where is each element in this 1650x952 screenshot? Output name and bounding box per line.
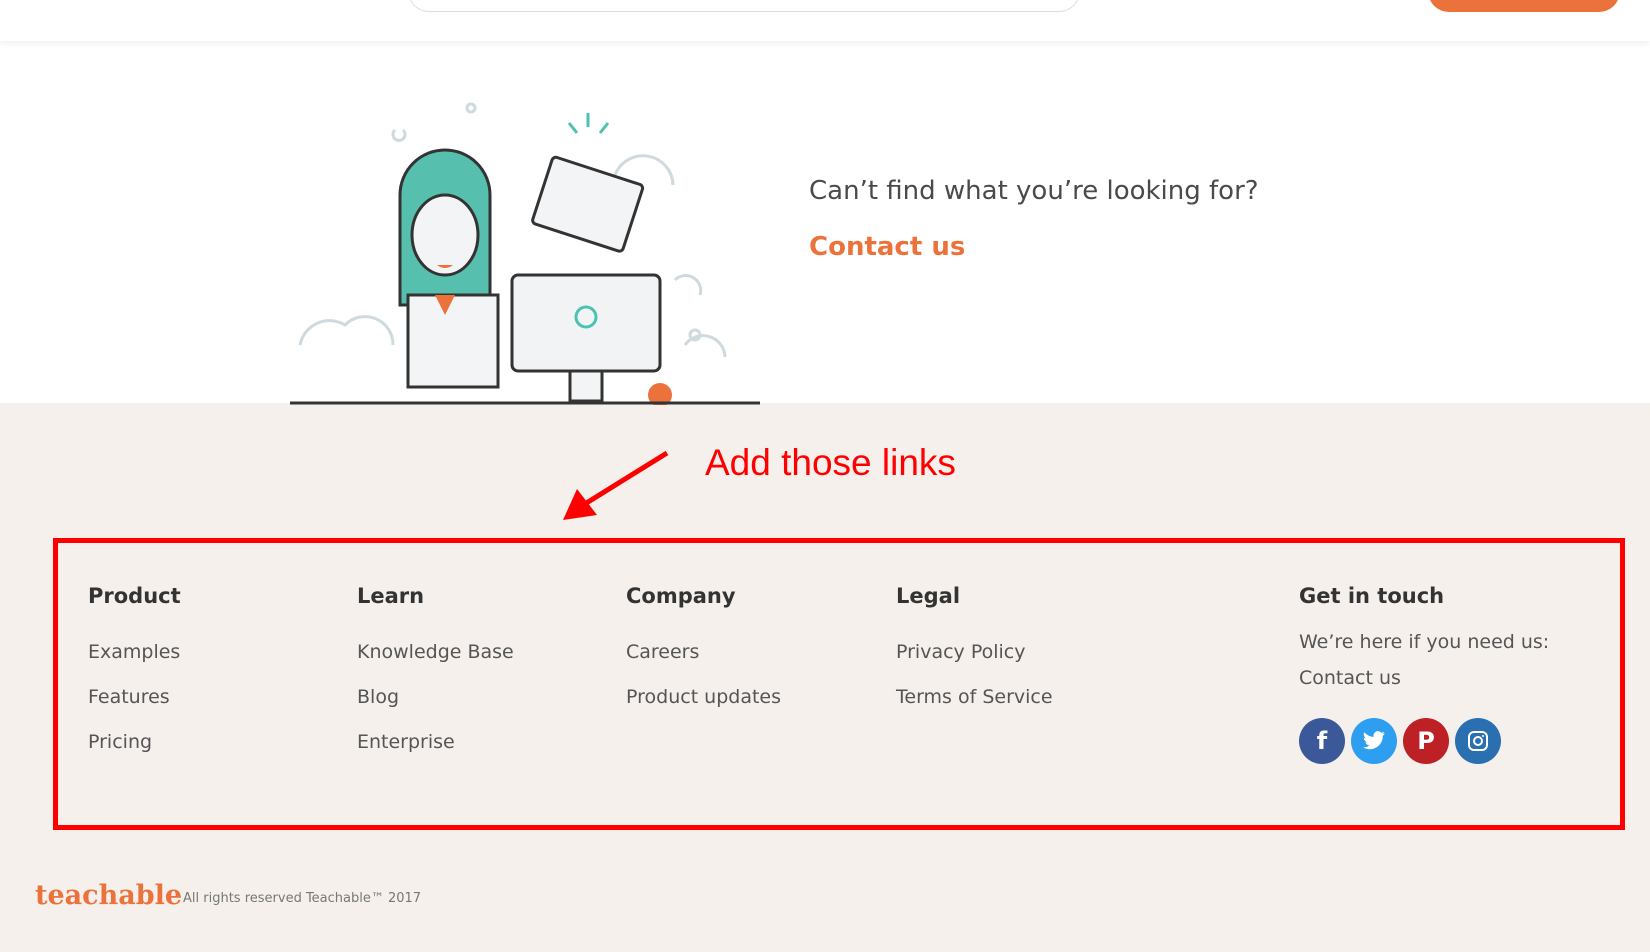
- contact-us-link[interactable]: Contact us: [809, 232, 965, 262]
- header-cta-button[interactable]: [1428, 0, 1620, 12]
- help-question: Can’t find what you’re looking for?: [809, 176, 1259, 206]
- twitter-icon[interactable]: [1351, 718, 1397, 764]
- footer-column-get-in-touch: Get in touch We’re here if you need us: …: [1299, 584, 1549, 764]
- footer-link-examples[interactable]: Examples: [88, 640, 181, 664]
- column-title: Company: [626, 584, 736, 608]
- teachable-logo[interactable]: teachable: [35, 880, 182, 911]
- footer-link-pricing[interactable]: Pricing: [88, 730, 181, 754]
- social-links: f P: [1299, 718, 1549, 764]
- column-title: Legal: [896, 584, 961, 608]
- get-in-touch-text: We’re here if you need us:: [1299, 631, 1550, 653]
- copyright-text: All rights reserved Teachable™ 2017: [183, 891, 422, 906]
- footer-column-learn: Learn Knowledge Base Blog Enterprise: [357, 584, 514, 775]
- footer-link-enterprise[interactable]: Enterprise: [357, 730, 514, 754]
- annotation-text: Add those links: [705, 442, 956, 483]
- column-title: Get in touch: [1299, 584, 1445, 608]
- footer-link-careers[interactable]: Careers: [626, 640, 781, 664]
- footer-column-legal: Legal Privacy Policy Terms of Service: [896, 584, 1053, 730]
- footer-link-knowledge-base[interactable]: Knowledge Base: [357, 640, 514, 664]
- footer-column-company: Company Careers Product updates: [626, 584, 781, 730]
- pinterest-icon[interactable]: P: [1403, 718, 1449, 764]
- footer-link-terms-of-service[interactable]: Terms of Service: [896, 685, 1053, 709]
- column-title: Learn: [357, 584, 425, 608]
- column-title: Product: [88, 584, 181, 608]
- instagram-icon[interactable]: [1455, 718, 1501, 764]
- footer-link-privacy-policy[interactable]: Privacy Policy: [896, 640, 1053, 664]
- search-input[interactable]: [408, 0, 1080, 12]
- footer-link-product-updates[interactable]: Product updates: [626, 685, 781, 709]
- top-nav: [0, 0, 1650, 41]
- footer-contact-link[interactable]: Contact us: [1299, 666, 1549, 690]
- support-illustration: [290, 102, 760, 405]
- footer-link-features[interactable]: Features: [88, 685, 181, 709]
- footer-link-blog[interactable]: Blog: [357, 685, 514, 709]
- footer-column-product: Product Examples Features Pricing: [88, 584, 181, 775]
- facebook-icon[interactable]: f: [1299, 718, 1345, 764]
- annotation-arrow-icon: [563, 450, 669, 520]
